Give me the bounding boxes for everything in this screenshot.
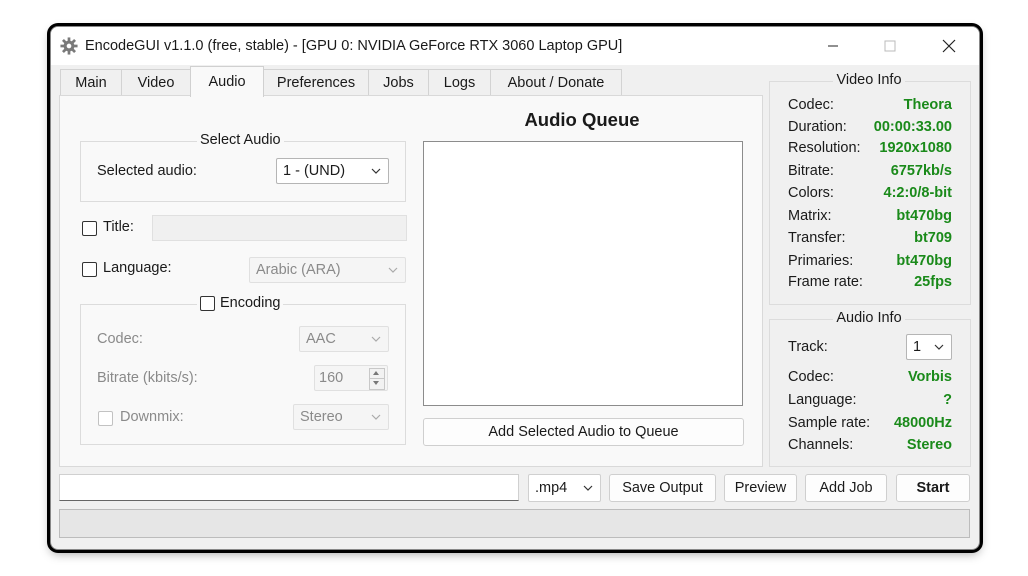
title-input[interactable] — [152, 215, 407, 241]
audio-info-label: Language: — [788, 392, 857, 408]
downmix-dropdown[interactable]: Stereo — [293, 404, 389, 430]
tab-about-donate[interactable]: About / Donate — [490, 69, 622, 96]
audio-info-label: Codec: — [788, 369, 834, 385]
video-info-value: Theora — [903, 97, 952, 113]
selected-audio-value: 1 - (UND) — [283, 163, 346, 179]
video-info-value: 1920x1080 — [879, 140, 952, 156]
arrow-up-icon — [373, 371, 379, 375]
maximize-icon — [884, 40, 896, 52]
codec-value: AAC — [306, 331, 336, 347]
video-info-label: Colors: — [788, 185, 834, 201]
codec-dropdown[interactable]: AAC — [299, 326, 389, 352]
spin-down-button[interactable] — [369, 378, 385, 390]
track-dropdown[interactable]: 1 — [906, 334, 952, 360]
encoding-checkbox[interactable] — [200, 295, 215, 311]
video-info-label: Codec: — [788, 97, 834, 113]
selected-audio-label: Selected audio: — [97, 163, 197, 179]
close-icon — [942, 39, 956, 53]
video-info-value: 25fps — [914, 274, 952, 290]
video-info-value: bt709 — [914, 230, 952, 246]
progress-bar — [59, 509, 970, 538]
language-label: Language: — [103, 260, 172, 276]
audio-info-value: Stereo — [906, 437, 952, 453]
audio-info-value: Vorbis — [907, 369, 952, 385]
arrow-down-icon — [373, 381, 379, 385]
minimize-button[interactable] — [810, 27, 856, 65]
title-label: Title: — [103, 219, 134, 235]
app-window: EncodeGUI v1.1.0 (free, stable) - [GPU 0… — [50, 26, 980, 550]
downmix-value: Stereo — [300, 409, 343, 425]
minimize-icon — [828, 45, 838, 47]
maximize-button[interactable] — [867, 27, 913, 65]
tab-main[interactable]: Main — [60, 69, 122, 96]
video-info-label: Transfer: — [788, 230, 846, 246]
output-path-input[interactable] — [59, 474, 519, 501]
language-checkbox[interactable] — [82, 262, 97, 277]
track-label: Track: — [788, 339, 828, 355]
downmix-checkbox[interactable] — [98, 411, 113, 426]
video-info-label: Primaries: — [788, 253, 854, 269]
video-info-label: Matrix: — [788, 208, 832, 224]
language-dropdown[interactable]: Arabic (ARA) — [249, 257, 406, 283]
preview-button[interactable]: Preview — [724, 474, 797, 502]
video-info-value: bt470bg — [896, 253, 952, 269]
language-value: Arabic (ARA) — [256, 262, 341, 278]
window-title: EncodeGUI v1.1.0 (free, stable) - [GPU 0… — [85, 38, 623, 54]
chevron-down-icon — [934, 344, 944, 350]
encoding-legend: Encoding — [197, 295, 284, 311]
title-bar: EncodeGUI v1.1.0 (free, stable) - [GPU 0… — [51, 27, 979, 65]
tab-preferences[interactable]: Preferences — [263, 69, 369, 96]
audio-queue-title: Audio Queue — [524, 109, 640, 130]
codec-label: Codec: — [97, 331, 143, 347]
audio-info-label: Sample rate: — [788, 415, 871, 431]
encoding-label: Encoding — [220, 295, 281, 311]
add-job-button[interactable]: Add Job — [805, 474, 887, 502]
audio-queue-list[interactable] — [423, 141, 743, 406]
video-info-legend: Video Info — [833, 72, 905, 88]
audio-info-legend-wrap: Audio Info — [769, 310, 969, 326]
downmix-label: Downmix: — [120, 409, 184, 425]
chevron-down-icon — [583, 485, 593, 491]
bitrate-label: Bitrate (kbits/s): — [97, 370, 198, 386]
extension-dropdown[interactable]: .mp4 — [528, 474, 601, 502]
save-output-button[interactable]: Save Output — [609, 474, 716, 502]
video-info-value: bt470bg — [896, 208, 952, 224]
video-info-legend-wrap: Video Info — [769, 72, 969, 88]
video-info-label: Duration: — [788, 119, 847, 135]
tab-audio[interactable]: Audio — [190, 66, 264, 97]
add-to-queue-button[interactable]: Add Selected Audio to Queue — [423, 418, 744, 446]
bitrate-value: 160 — [319, 370, 344, 386]
chevron-down-icon — [371, 168, 381, 174]
gear-icon — [60, 37, 78, 55]
video-info-label: Frame rate: — [788, 274, 863, 290]
tab-video[interactable]: Video — [121, 69, 191, 96]
video-info-value: 6757kb/s — [890, 163, 952, 179]
selected-audio-dropdown[interactable]: 1 - (UND) — [276, 158, 389, 184]
close-button[interactable] — [926, 27, 972, 65]
video-info-label: Bitrate: — [788, 163, 834, 179]
chevron-down-icon — [371, 336, 381, 342]
start-button[interactable]: Start — [896, 474, 970, 502]
audio-info-value: 48000Hz — [893, 415, 952, 431]
extension-value: .mp4 — [535, 480, 568, 496]
audio-info-label: Channels: — [788, 437, 854, 453]
bitrate-spinbox[interactable]: 160 — [314, 365, 388, 391]
select-audio-legend: Select Audio — [197, 132, 284, 148]
title-checkbox[interactable] — [82, 221, 97, 236]
track-value: 1 — [913, 339, 922, 355]
chevron-down-icon — [371, 414, 381, 420]
audio-info-value: ? — [943, 392, 952, 408]
audio-tab-panel: Select Audio Selected audio: 1 - (UND) T… — [59, 95, 763, 467]
video-info-group: Codec: Theora Duration: 00:00:33.00 Reso… — [769, 81, 971, 305]
tab-jobs[interactable]: Jobs — [368, 69, 429, 96]
audio-info-legend: Audio Info — [833, 310, 905, 326]
tab-logs[interactable]: Logs — [428, 69, 491, 96]
audio-info-group: Track: 1 Codec: Vorbis Language: ? Sampl… — [769, 319, 971, 467]
video-info-label: Resolution: — [788, 140, 861, 156]
video-info-value: 4:2:0/8-bit — [883, 185, 953, 201]
chevron-down-icon — [388, 267, 398, 273]
video-info-value: 00:00:33.00 — [873, 119, 952, 135]
